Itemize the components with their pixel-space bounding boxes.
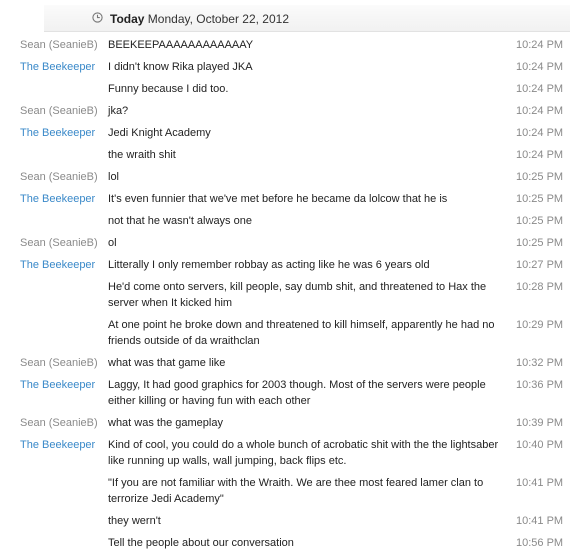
message-time: 10:40 PM	[516, 439, 564, 451]
message-time: 10:24 PM	[516, 105, 564, 117]
message-sender: Sean (SeanieB)	[20, 39, 98, 51]
chat-history: Today Monday, October 22, 2012 Sean (Sea…	[0, 0, 576, 556]
message-sender[interactable]: The Beekeeper	[20, 437, 95, 453]
message-time: 10:28 PM	[516, 281, 564, 293]
message-sender: Sean (SeanieB)	[20, 237, 98, 249]
date-header: Today Monday, October 22, 2012	[44, 5, 570, 32]
message-sender[interactable]: The Beekeeper	[20, 377, 95, 393]
message-text: Laggy, It had good graphics for 2003 tho…	[108, 379, 486, 407]
message-time: 10:24 PM	[516, 127, 564, 139]
message-text: lol	[108, 171, 120, 183]
message-time: 10:24 PM	[516, 149, 564, 161]
message-sender[interactable]: The Beekeeper	[20, 59, 95, 75]
message-time: 10:41 PM	[516, 515, 564, 527]
message-text: jka?	[108, 105, 129, 117]
message-text: He'd come onto servers, kill people, say…	[108, 281, 487, 309]
message-text: Kind of cool, you could do a whole bunch…	[108, 439, 499, 467]
date-label: Today Monday, October 22, 2012	[110, 12, 289, 26]
message-text: the wraith shit	[108, 149, 176, 161]
message-time: 10:36 PM	[516, 379, 564, 391]
message-text: BEEKEEPAAAAAAAAAAAAY	[108, 39, 254, 51]
message-text: they wern't	[108, 515, 161, 527]
clock-icon	[92, 12, 103, 23]
message-text: not that he wasn't always one	[108, 215, 252, 227]
message-text: Jedi Knight Academy	[108, 127, 211, 139]
message-text: At one point he broke down and threatene…	[108, 319, 495, 347]
message-text: what was the gameplay	[108, 417, 223, 429]
message-text: what was that game like	[108, 357, 226, 369]
message-sender[interactable]: The Beekeeper	[20, 191, 95, 207]
message-time: 10:32 PM	[516, 357, 564, 369]
message-text: I didn't know Rika played JKA	[108, 61, 253, 73]
message-time: 10:25 PM	[516, 193, 564, 205]
message-time: 10:41 PM	[516, 477, 564, 489]
message-text: It's even funnier that we've met before …	[108, 193, 448, 205]
message-time: 10:39 PM	[516, 417, 564, 429]
message-text: Litterally I only remember robbay as act…	[108, 259, 430, 271]
message-time: 10:24 PM	[516, 83, 564, 95]
today-label: Today	[110, 12, 145, 26]
message-time: 10:56 PM	[516, 537, 564, 549]
message-text: Funny because I did too.	[108, 83, 229, 95]
message-time: 10:27 PM	[516, 259, 564, 271]
message-sender: Sean (SeanieB)	[20, 171, 98, 183]
message-time: 10:29 PM	[516, 319, 564, 331]
message-sender: Sean (SeanieB)	[20, 357, 98, 369]
message-time: 10:25 PM	[516, 215, 564, 227]
message-sender[interactable]: The Beekeeper	[20, 125, 95, 141]
message-text: Tell the people about our conversation	[108, 537, 294, 549]
message-text: "If you are not familiar with the Wraith…	[108, 477, 484, 505]
message-text: ol	[108, 237, 117, 249]
message-sender: Sean (SeanieB)	[20, 417, 98, 429]
message-time: 10:25 PM	[516, 237, 564, 249]
date-value: Monday, October 22, 2012	[147, 12, 289, 26]
message-sender: Sean (SeanieB)	[20, 105, 98, 117]
message-time: 10:25 PM	[516, 171, 564, 183]
message-time: 10:24 PM	[516, 39, 564, 51]
message-time: 10:24 PM	[516, 61, 564, 73]
message-sender[interactable]: The Beekeeper	[20, 257, 95, 273]
